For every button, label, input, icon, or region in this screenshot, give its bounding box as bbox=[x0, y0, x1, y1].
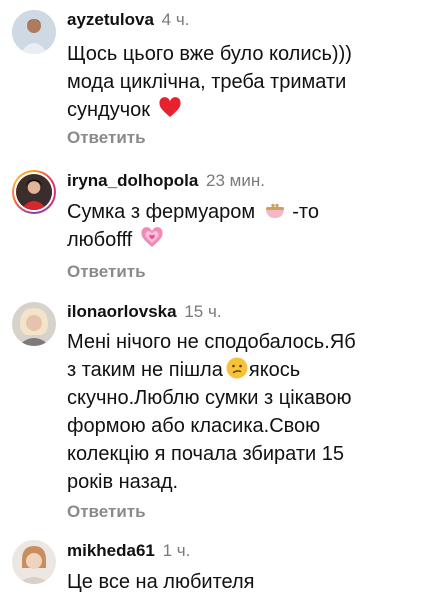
comment-line: колекцію я почала збирати 15 bbox=[67, 443, 344, 465]
comment-line: сундучок bbox=[67, 96, 417, 124]
comment-line: формою або класика.Свою bbox=[67, 415, 321, 437]
avatar[interactable] bbox=[12, 302, 56, 346]
timestamp: 23 мин. bbox=[206, 171, 265, 190]
comment-text: Сумка з фермуаром -то любоfff bbox=[67, 198, 417, 254]
comment-line: років назад. bbox=[67, 471, 179, 493]
growing-heart-icon bbox=[140, 226, 164, 250]
reply-button[interactable]: Ответить bbox=[67, 262, 146, 282]
comment-line: з таким не пішла якось bbox=[67, 356, 417, 384]
comment-line: Щось цього вже було колись))) bbox=[67, 43, 352, 65]
comment-header: mikheda61 1 ч. bbox=[67, 541, 190, 561]
avatar-image bbox=[14, 172, 54, 212]
comment-line-text: сундучок bbox=[67, 99, 151, 121]
username[interactable]: mikheda61 bbox=[67, 541, 155, 560]
timestamp: 15 ч. bbox=[184, 302, 222, 321]
comment-line: Це все на любителя bbox=[67, 571, 255, 593]
reply-button[interactable]: Ответить bbox=[67, 502, 146, 522]
username[interactable]: ayzetulova bbox=[67, 10, 154, 29]
comment-line: Сумка з фермуаром -то bbox=[67, 198, 417, 226]
comment-header: ilonaorlovska 15 ч. bbox=[67, 302, 222, 322]
comment-text: Мені нічого не сподобалось.Яб з таким не… bbox=[67, 328, 417, 496]
comment-line: мода циклічна, треба тримати bbox=[67, 71, 347, 93]
comment-text: Це все на любителя bbox=[67, 568, 417, 596]
comment-line: Мені нічого не сподобалось.Яб bbox=[67, 331, 356, 353]
avatar[interactable] bbox=[12, 170, 56, 214]
comment-header: iryna_dolhopola 23 мин. bbox=[67, 171, 265, 191]
timestamp: 1 ч. bbox=[162, 541, 191, 560]
username[interactable]: iryna_dolhopola bbox=[67, 171, 198, 190]
red-heart-icon bbox=[158, 96, 182, 120]
comment-line-text: -то bbox=[292, 201, 319, 223]
comment-line: скучно.Люблю сумки з цікавою bbox=[67, 387, 352, 409]
comment-line-text: з таким не пішла bbox=[67, 359, 223, 381]
purse-icon bbox=[263, 198, 287, 222]
avatar-mikheda-icon bbox=[12, 540, 56, 584]
timestamp: 4 ч. bbox=[161, 10, 190, 29]
reply-button[interactable]: Ответить bbox=[67, 128, 146, 148]
comment-line-text: якось bbox=[248, 359, 301, 381]
avatar[interactable] bbox=[12, 10, 56, 54]
avatar-ilona-icon bbox=[12, 302, 56, 346]
username[interactable]: ilonaorlovska bbox=[67, 302, 177, 321]
confused-face-icon bbox=[225, 356, 249, 380]
comment-line: любоfff bbox=[67, 226, 417, 254]
comment-text: Щось цього вже було колись))) мода циклі… bbox=[67, 40, 417, 124]
comment-header: ayzetulova 4 ч. bbox=[67, 10, 189, 30]
avatar-iryna-icon bbox=[16, 174, 52, 210]
comment-line-text: любоfff bbox=[67, 229, 133, 251]
avatar[interactable] bbox=[12, 540, 56, 584]
avatar-ayzetulova-icon bbox=[12, 10, 56, 54]
comment-line-text: Сумка з фермуаром bbox=[67, 201, 256, 223]
